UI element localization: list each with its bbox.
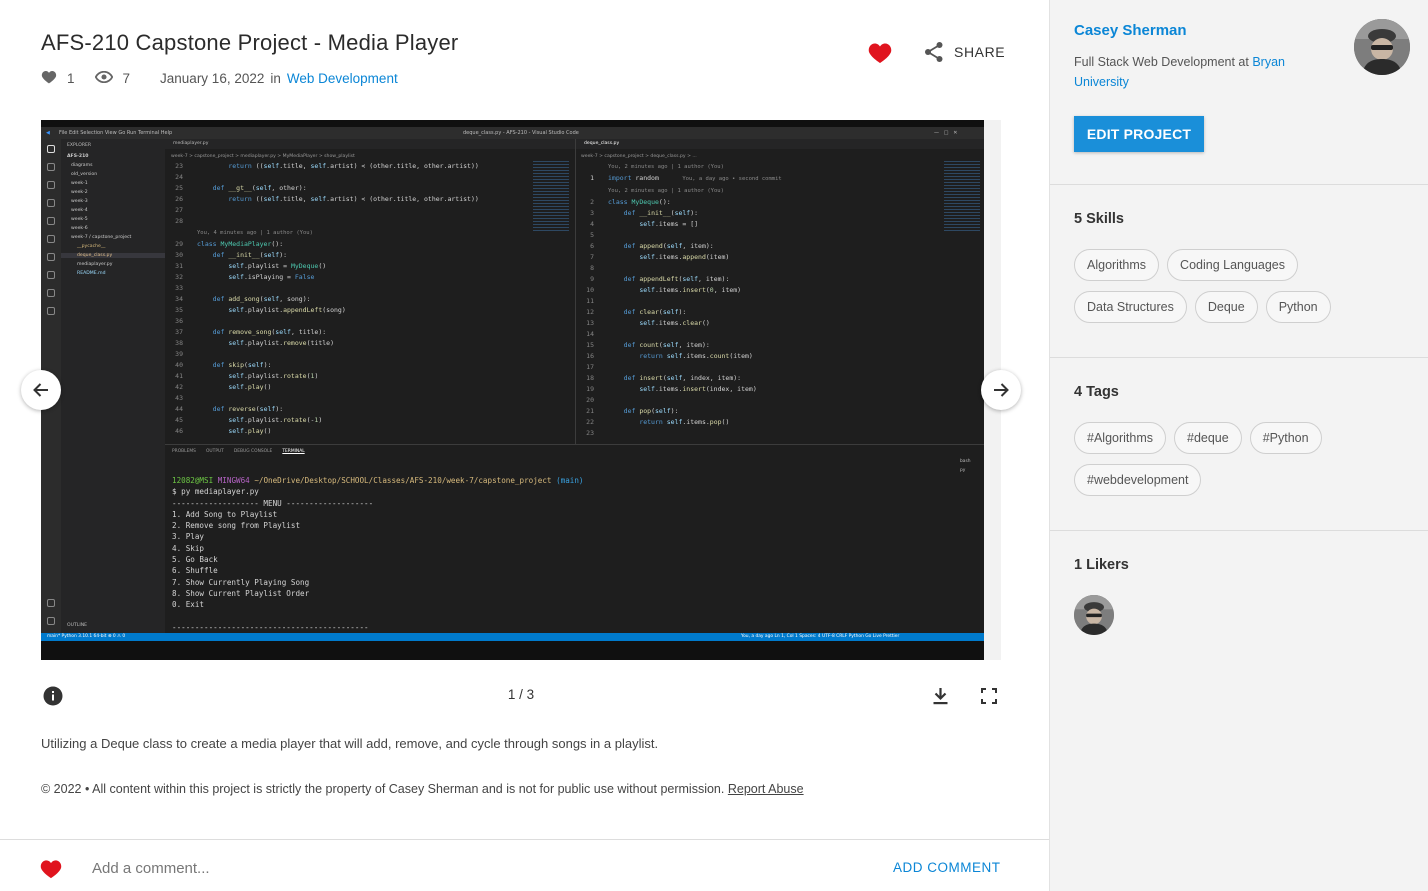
owner-role-text: Full Stack Web Development at	[1074, 55, 1249, 69]
vscode-titlebar: ◀ File Edit Selection View Go Run Termin…	[41, 127, 984, 139]
comment-bar: ADD COMMENT	[0, 839, 1049, 891]
arrow-left-icon	[33, 383, 48, 397]
fullscreen-icon	[981, 688, 997, 704]
vscode-left-breadcrumb: week-7 > capstone_project > mediaplayer.…	[171, 154, 355, 159]
skill-chip[interactable]: Algorithms	[1074, 249, 1160, 281]
vscode-left-tabs: mediaplayer.py	[165, 139, 575, 149]
owner-role: Full Stack Web Development at Bryan Univ…	[1074, 52, 1324, 92]
project-sidebar: Casey Sherman Full Stack Web Development…	[1049, 0, 1428, 891]
download-button[interactable]	[932, 687, 949, 705]
publish-date: January 16, 2022	[160, 70, 265, 86]
vscode-left-editor: 23 return ((self.title, self.artist) < (…	[175, 162, 479, 435]
share-button[interactable]: SHARE	[924, 41, 1005, 63]
tags-list: #Algorithms #deque #Python #webdevelopme…	[1074, 422, 1414, 496]
heart-icon	[41, 70, 57, 87]
copyright-notice: © 2022 • All content within this project…	[41, 782, 804, 796]
skills-list: Algorithms Coding Languages Data Structu…	[1074, 249, 1414, 323]
like-count: 1	[67, 70, 75, 86]
skills-title: 5 Skills	[1074, 211, 1124, 227]
arrow-right-icon	[994, 383, 1009, 397]
vscode-window-title: deque_class.py - AFS-210 - Visual Studio…	[463, 130, 579, 136]
tag-chip[interactable]: #webdevelopment	[1074, 464, 1202, 496]
vscode-terminal-panel: PROBLEMS OUTPUT DEBUG CONSOLE TERMINAL bash…	[165, 444, 984, 644]
owner-name[interactable]: Casey Sherman	[1074, 22, 1187, 39]
eye-icon	[94, 70, 113, 86]
tags-title: 4 Tags	[1074, 384, 1119, 400]
previous-slide-button[interactable]	[21, 370, 61, 410]
likers-title: 1 Likers	[1074, 557, 1129, 573]
heart-filled-icon	[868, 43, 892, 63]
skill-chip[interactable]: Coding Languages	[1167, 249, 1298, 281]
info-button[interactable]	[43, 686, 63, 706]
in-label: in	[270, 70, 281, 86]
like-button[interactable]	[868, 42, 892, 64]
share-label: SHARE	[954, 44, 1006, 60]
edit-project-button[interactable]: EDIT PROJECT	[1074, 116, 1204, 152]
skill-chip[interactable]: Deque	[1194, 291, 1258, 323]
vscode-statusbar: main* Python 3.10.1 64-bit ⊗ 0 ⚠ 0 You, …	[41, 633, 984, 641]
add-comment-button[interactable]: ADD COMMENT	[893, 860, 1001, 875]
comment-like-button[interactable]	[40, 859, 62, 879]
info-icon	[43, 686, 63, 706]
panel-tabs: PROBLEMS OUTPUT DEBUG CONSOLE TERMINAL	[172, 449, 305, 454]
download-icon	[933, 688, 948, 705]
avatar[interactable]	[1354, 19, 1410, 75]
share-icon	[925, 42, 943, 62]
project-screenshot: ◀ File Edit Selection View Go Run Termin…	[41, 120, 984, 660]
project-main: AFS-210 Capstone Project - Media Player …	[0, 0, 1049, 891]
tag-chip[interactable]: #deque	[1174, 422, 1242, 454]
user-avatar-icon	[1354, 19, 1410, 75]
copyright-text: © 2022 • All content within this project…	[41, 782, 725, 796]
skill-chip[interactable]: Data Structures	[1074, 291, 1187, 323]
liker-avatar[interactable]	[1074, 595, 1114, 635]
media-viewer: ◀ File Edit Selection View Go Run Termin…	[41, 120, 1001, 660]
skill-chip[interactable]: Python	[1265, 291, 1331, 323]
project-meta: 1 7 January 16, 2022 in Web Development	[41, 69, 398, 87]
vscode-menu: File Edit Selection View Go Run Terminal…	[59, 130, 173, 136]
vscode-right-breadcrumb: week-7 > capstone_project > deque_class.…	[581, 154, 697, 159]
tag-chip[interactable]: #Algorithms	[1074, 422, 1166, 454]
user-avatar-icon	[1074, 595, 1114, 635]
slide-counter: 1 / 3	[507, 687, 535, 702]
comment-input[interactable]	[92, 856, 792, 880]
vscode-explorer: EXPLORER AFS-210 diagrams old_version we…	[61, 139, 165, 633]
page-title: AFS-210 Capstone Project - Media Player	[41, 30, 459, 55]
terminal-output: 12082@MSI MINGW64 ~/OneDrive/Desktop/SCH…	[172, 475, 584, 644]
heart-filled-icon	[40, 860, 62, 879]
vscode-right-tabs: deque_class.py	[576, 139, 984, 149]
fullscreen-button[interactable]	[981, 688, 997, 704]
view-count: 7	[122, 70, 131, 86]
category-link[interactable]: Web Development	[287, 71, 398, 86]
project-description: Utilizing a Deque class to create a medi…	[41, 736, 659, 751]
vscode-right-editor: You, 2 minutes ago | 1 author (You) 1 imp…	[586, 164, 782, 437]
report-abuse-link[interactable]: Report Abuse	[728, 782, 804, 796]
next-slide-button[interactable]	[981, 370, 1021, 410]
tag-chip[interactable]: #Python	[1249, 422, 1322, 454]
